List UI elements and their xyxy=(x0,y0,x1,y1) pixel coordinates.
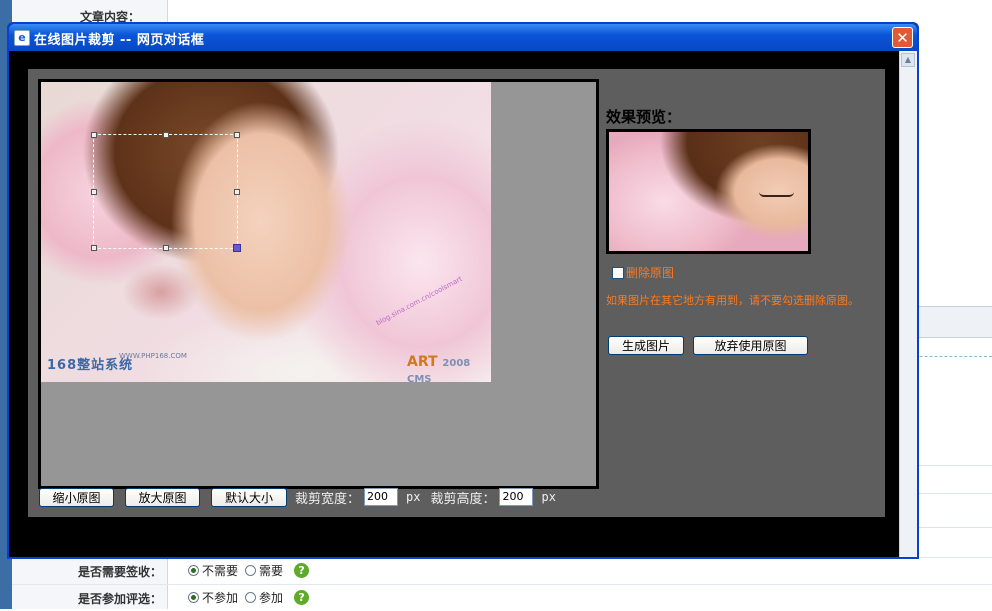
crop-height-unit: px xyxy=(541,490,556,504)
resize-handle-n[interactable] xyxy=(163,132,169,138)
radio-contest-label: 参加 xyxy=(259,591,284,605)
delete-original-checkbox[interactable] xyxy=(612,266,624,279)
crop-width-input[interactable]: 200 xyxy=(364,488,399,506)
dialog-title-bar[interactable]: e 在线图片裁剪 -- 网页对话框 ✕ xyxy=(9,24,917,51)
resize-handle-e[interactable] xyxy=(234,189,240,195)
delete-original-label[interactable]: 删除原图 xyxy=(626,264,674,281)
close-button[interactable]: ✕ xyxy=(892,27,913,48)
resize-handle-sw[interactable] xyxy=(91,245,97,251)
ie-app-icon: e xyxy=(14,30,30,46)
preview-eye xyxy=(759,192,794,197)
help-icon[interactable]: ? xyxy=(294,590,310,605)
radio-no-contest-label: 不参加 xyxy=(202,591,239,605)
sign-label: 是否需要签收： xyxy=(77,565,162,579)
shrink-button[interactable]: 缩小原图 xyxy=(39,487,114,507)
crop-controls: 缩小原图 放大原图 默认大小 裁剪宽度： 200 px 裁剪高度： 200 px xyxy=(39,487,556,507)
default-size-button[interactable]: 默认大小 xyxy=(211,487,287,507)
crop-height-input[interactable]: 200 xyxy=(499,488,534,506)
delete-original-row: 删除原图 xyxy=(612,264,674,281)
scroll-up-arrow-icon[interactable]: ▲ xyxy=(901,53,915,67)
resize-handle-nw[interactable] xyxy=(91,132,97,138)
watermark-blog: blog.sina.com.cn/coolsmart xyxy=(374,274,464,328)
enlarge-button[interactable]: 放大原图 xyxy=(125,487,200,507)
radio-contest[interactable] xyxy=(245,592,257,603)
radio-no-sign-label: 不需要 xyxy=(202,564,239,578)
crop-height-label: 裁剪高度： xyxy=(430,491,496,507)
crop-area: blog.sina.com.cn/coolsmart WWW.PHP168.CO… xyxy=(38,79,599,489)
resize-handle-ne[interactable] xyxy=(234,132,240,138)
contest-label: 是否参加评选： xyxy=(77,592,162,606)
crop-panel: blog.sina.com.cn/coolsmart WWW.PHP168.CO… xyxy=(28,69,885,517)
crop-width-label: 裁剪宽度： xyxy=(295,491,361,507)
preview-actions: 生成图片 放弃使用原图 xyxy=(608,336,808,355)
watermark-brand: ART 2008 CMS xyxy=(407,354,491,382)
radio-no-sign[interactable] xyxy=(188,565,199,576)
discard-original-button[interactable]: 放弃使用原图 xyxy=(693,336,808,355)
preview-box xyxy=(606,129,811,254)
resize-handle-w[interactable] xyxy=(91,189,97,195)
dialog-body: blog.sina.com.cn/coolsmart WWW.PHP168.CO… xyxy=(9,51,900,557)
dialog-title: 在线图片裁剪 -- 网页对话框 xyxy=(34,33,205,48)
radio-sign-label: 需要 xyxy=(259,564,284,578)
radio-no-contest[interactable] xyxy=(188,592,199,603)
form-row-sign: 是否需要签收： 不需要 需要 ? xyxy=(12,557,992,584)
preview-title: 效果预览： xyxy=(606,108,682,126)
dialog-scrollbar[interactable]: ▲ xyxy=(899,51,917,557)
watermark-logo: 168整站系统 xyxy=(47,358,134,373)
form-row-contest: 是否参加评选： 不参加 参加 ? xyxy=(12,584,992,611)
crop-selection[interactable] xyxy=(91,132,241,252)
crop-dialog: e 在线图片裁剪 -- 网页对话框 ✕ blog.sina.com.cn/coo… xyxy=(7,22,919,559)
resize-handle-se[interactable] xyxy=(233,244,241,252)
help-icon[interactable]: ? xyxy=(294,563,310,578)
radio-sign[interactable] xyxy=(245,565,257,576)
resize-handle-s[interactable] xyxy=(163,245,169,251)
generate-image-button[interactable]: 生成图片 xyxy=(608,336,684,355)
delete-warning: 如果图片在其它地方有用到，请不要勾选删除原图。 xyxy=(606,294,859,307)
watermark-brand-art: ART xyxy=(407,354,438,370)
crop-width-unit: px xyxy=(406,490,421,504)
